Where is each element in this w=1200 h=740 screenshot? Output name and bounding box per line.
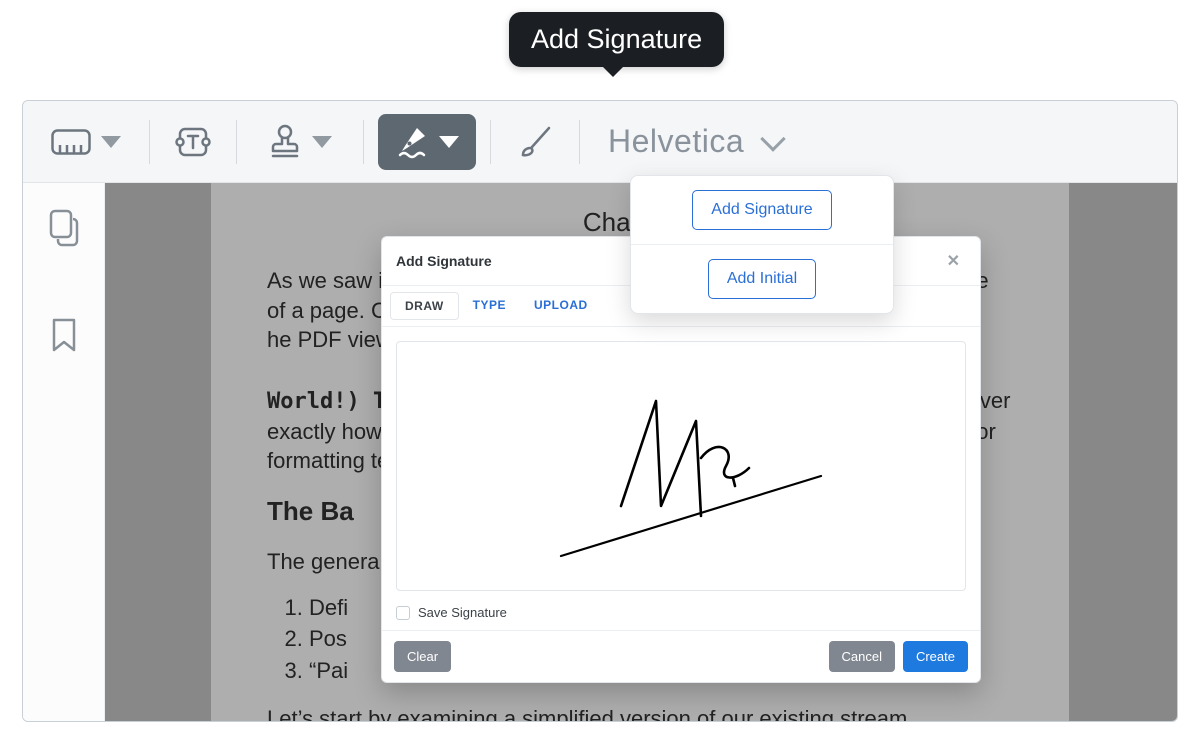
toolbar-separator <box>363 120 364 164</box>
toolbar-separator <box>236 120 237 164</box>
free-text-icon <box>174 124 212 160</box>
stamp-icon <box>268 124 302 160</box>
bookmark-icon <box>49 316 79 354</box>
add-initial-menuitem[interactable]: Add Initial <box>708 259 816 299</box>
ruler-icon <box>51 129 91 155</box>
menuitem-label: Add Initial <box>727 270 797 287</box>
toolbar-group-brush <box>505 101 565 182</box>
stamp-dropdown-button[interactable] <box>251 114 349 170</box>
signature-dropdown-button[interactable] <box>378 114 476 170</box>
toolbar-separator <box>490 120 491 164</box>
bookmarks-button[interactable] <box>49 316 79 359</box>
tooltip-label: Add Signature <box>531 24 702 54</box>
chevron-down-icon <box>312 136 332 148</box>
pages-icon <box>48 209 80 247</box>
save-signature-label: Save Signature <box>418 605 507 620</box>
signature-dropdown: Add Signature Add Initial <box>630 175 894 314</box>
chevron-down-icon <box>760 126 785 151</box>
font-family-select[interactable]: Helvetica <box>604 123 794 160</box>
chevron-down-icon <box>101 136 121 148</box>
toolbar-group-stamp <box>251 101 349 182</box>
add-signature-menuitem[interactable]: Add Signature <box>692 190 831 230</box>
tab-upload[interactable]: UPLOAD <box>520 292 602 320</box>
save-signature-checkbox[interactable] <box>396 606 410 620</box>
free-draw-button[interactable] <box>505 114 565 170</box>
cancel-button[interactable]: Cancel <box>829 641 895 672</box>
signature-canvas[interactable] <box>396 341 966 591</box>
toolbar-group-measure <box>37 101 135 182</box>
toolbar-group-text <box>164 101 222 182</box>
tooltip-add-signature: Add Signature <box>509 12 724 67</box>
app-panel: Helvetica Chapter 3 A <box>22 100 1178 722</box>
close-icon: ✕ <box>947 253 960 270</box>
drawn-signature-icon <box>501 366 861 566</box>
measure-dropdown-button[interactable] <box>37 114 135 170</box>
toolbar-separator <box>149 120 150 164</box>
menuitem-label: Add Signature <box>711 201 812 218</box>
toolbar-separator <box>579 120 580 164</box>
toolbar: Helvetica <box>23 101 1177 183</box>
save-signature-row: Save Signature <box>382 605 980 630</box>
free-text-button[interactable] <box>164 114 222 170</box>
pen-nib-icon <box>395 124 429 160</box>
toolbar-group-signature <box>378 101 476 182</box>
brush-icon <box>515 122 555 162</box>
chevron-down-icon <box>439 136 459 148</box>
clear-button[interactable]: Clear <box>394 641 451 672</box>
thumbnails-button[interactable] <box>48 209 80 252</box>
tab-type[interactable]: TYPE <box>459 292 520 320</box>
doc-paragraph: Let’s start by examining a simplified ve… <box>267 704 1013 722</box>
close-button[interactable]: ✕ <box>941 247 966 275</box>
modal-footer: Clear Cancel Create <box>382 630 980 682</box>
font-family-value: Helvetica <box>608 123 744 160</box>
create-button[interactable]: Create <box>903 641 968 672</box>
sidebar <box>23 183 105 721</box>
tooltip-arrow-icon <box>601 65 625 77</box>
modal-title: Add Signature <box>396 253 492 269</box>
tab-draw[interactable]: DRAW <box>390 292 459 320</box>
